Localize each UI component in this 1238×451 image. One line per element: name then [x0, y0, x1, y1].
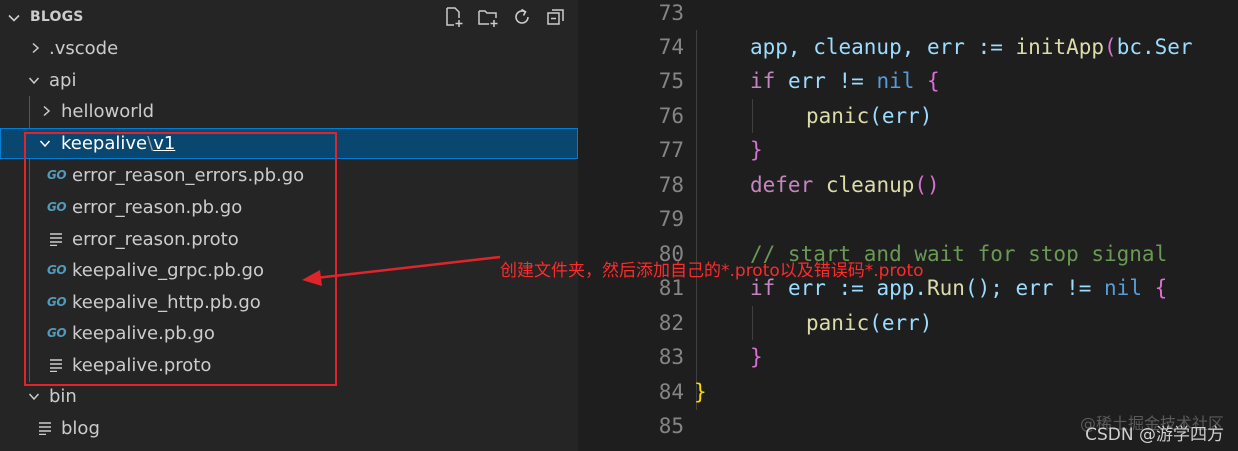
- chevron-down-icon[interactable]: [6, 10, 22, 26]
- tree-item-vscode[interactable]: .vscode: [0, 33, 578, 64]
- tree-item-helloworld[interactable]: helloworld: [0, 96, 578, 127]
- code-line-82: panic(err): [806, 311, 933, 335]
- tree-item-file[interactable]: blog: [0, 413, 578, 444]
- line-number: 83: [658, 345, 684, 369]
- chevron-down-icon: [28, 393, 40, 401]
- code-line-83: }: [750, 345, 763, 369]
- line-number: 76: [658, 104, 684, 128]
- collapse-all-icon[interactable]: [545, 6, 567, 28]
- indent-guide: [696, 30, 697, 410]
- chevron-down-icon: [28, 77, 40, 85]
- line-number: 84: [658, 380, 684, 404]
- tree-item-label: blog: [61, 418, 100, 439]
- code-line-74: app, cleanup, err := initApp(bc.Ser: [750, 35, 1193, 59]
- explorer-header: BLOGS: [0, 0, 578, 34]
- line-number: 78: [658, 173, 684, 197]
- line-number: 73: [658, 1, 684, 25]
- explorer-panel: BLOGS .vscode api helloworld keepalive\v…: [0, 0, 578, 451]
- annotation-text: 创建文件夹，然后添加自己的*.proto以及错误码*.proto: [500, 261, 924, 281]
- highlight-box: [24, 132, 337, 386]
- line-number: 85: [658, 414, 684, 438]
- line-number: 74: [658, 35, 684, 59]
- chevron-right-icon: [43, 105, 51, 117]
- text-file-icon: [39, 422, 51, 435]
- watermark: CSDN @游学四方: [1085, 425, 1224, 445]
- chevron-right-icon: [32, 42, 40, 54]
- tree-item-api[interactable]: api: [0, 65, 578, 96]
- line-number: 75: [658, 69, 684, 93]
- line-number: 77: [658, 138, 684, 162]
- line-number: 82: [658, 311, 684, 335]
- code-editor[interactable]: 73 74 75 76 77 78 79 80 81 82 83 84 85 a…: [578, 0, 1238, 451]
- new-folder-icon[interactable]: [477, 6, 499, 28]
- indent-guide: [752, 306, 753, 340]
- indent-guide: [752, 99, 753, 133]
- tree-item-label: .vscode: [49, 38, 119, 59]
- line-number: 79: [658, 207, 684, 231]
- code-line-76: panic(err): [806, 104, 933, 128]
- refresh-icon[interactable]: [511, 6, 533, 28]
- new-file-icon[interactable]: [443, 6, 465, 28]
- tree-item-label: helloworld: [61, 101, 155, 122]
- code-line-77: }: [750, 138, 763, 162]
- code-line-84: }: [694, 380, 707, 404]
- tree-item-label: api: [49, 70, 77, 91]
- code-line-78: defer cleanup(): [750, 173, 940, 197]
- explorer-title: BLOGS: [30, 9, 84, 25]
- code-line-75: if err != nil {: [750, 69, 940, 93]
